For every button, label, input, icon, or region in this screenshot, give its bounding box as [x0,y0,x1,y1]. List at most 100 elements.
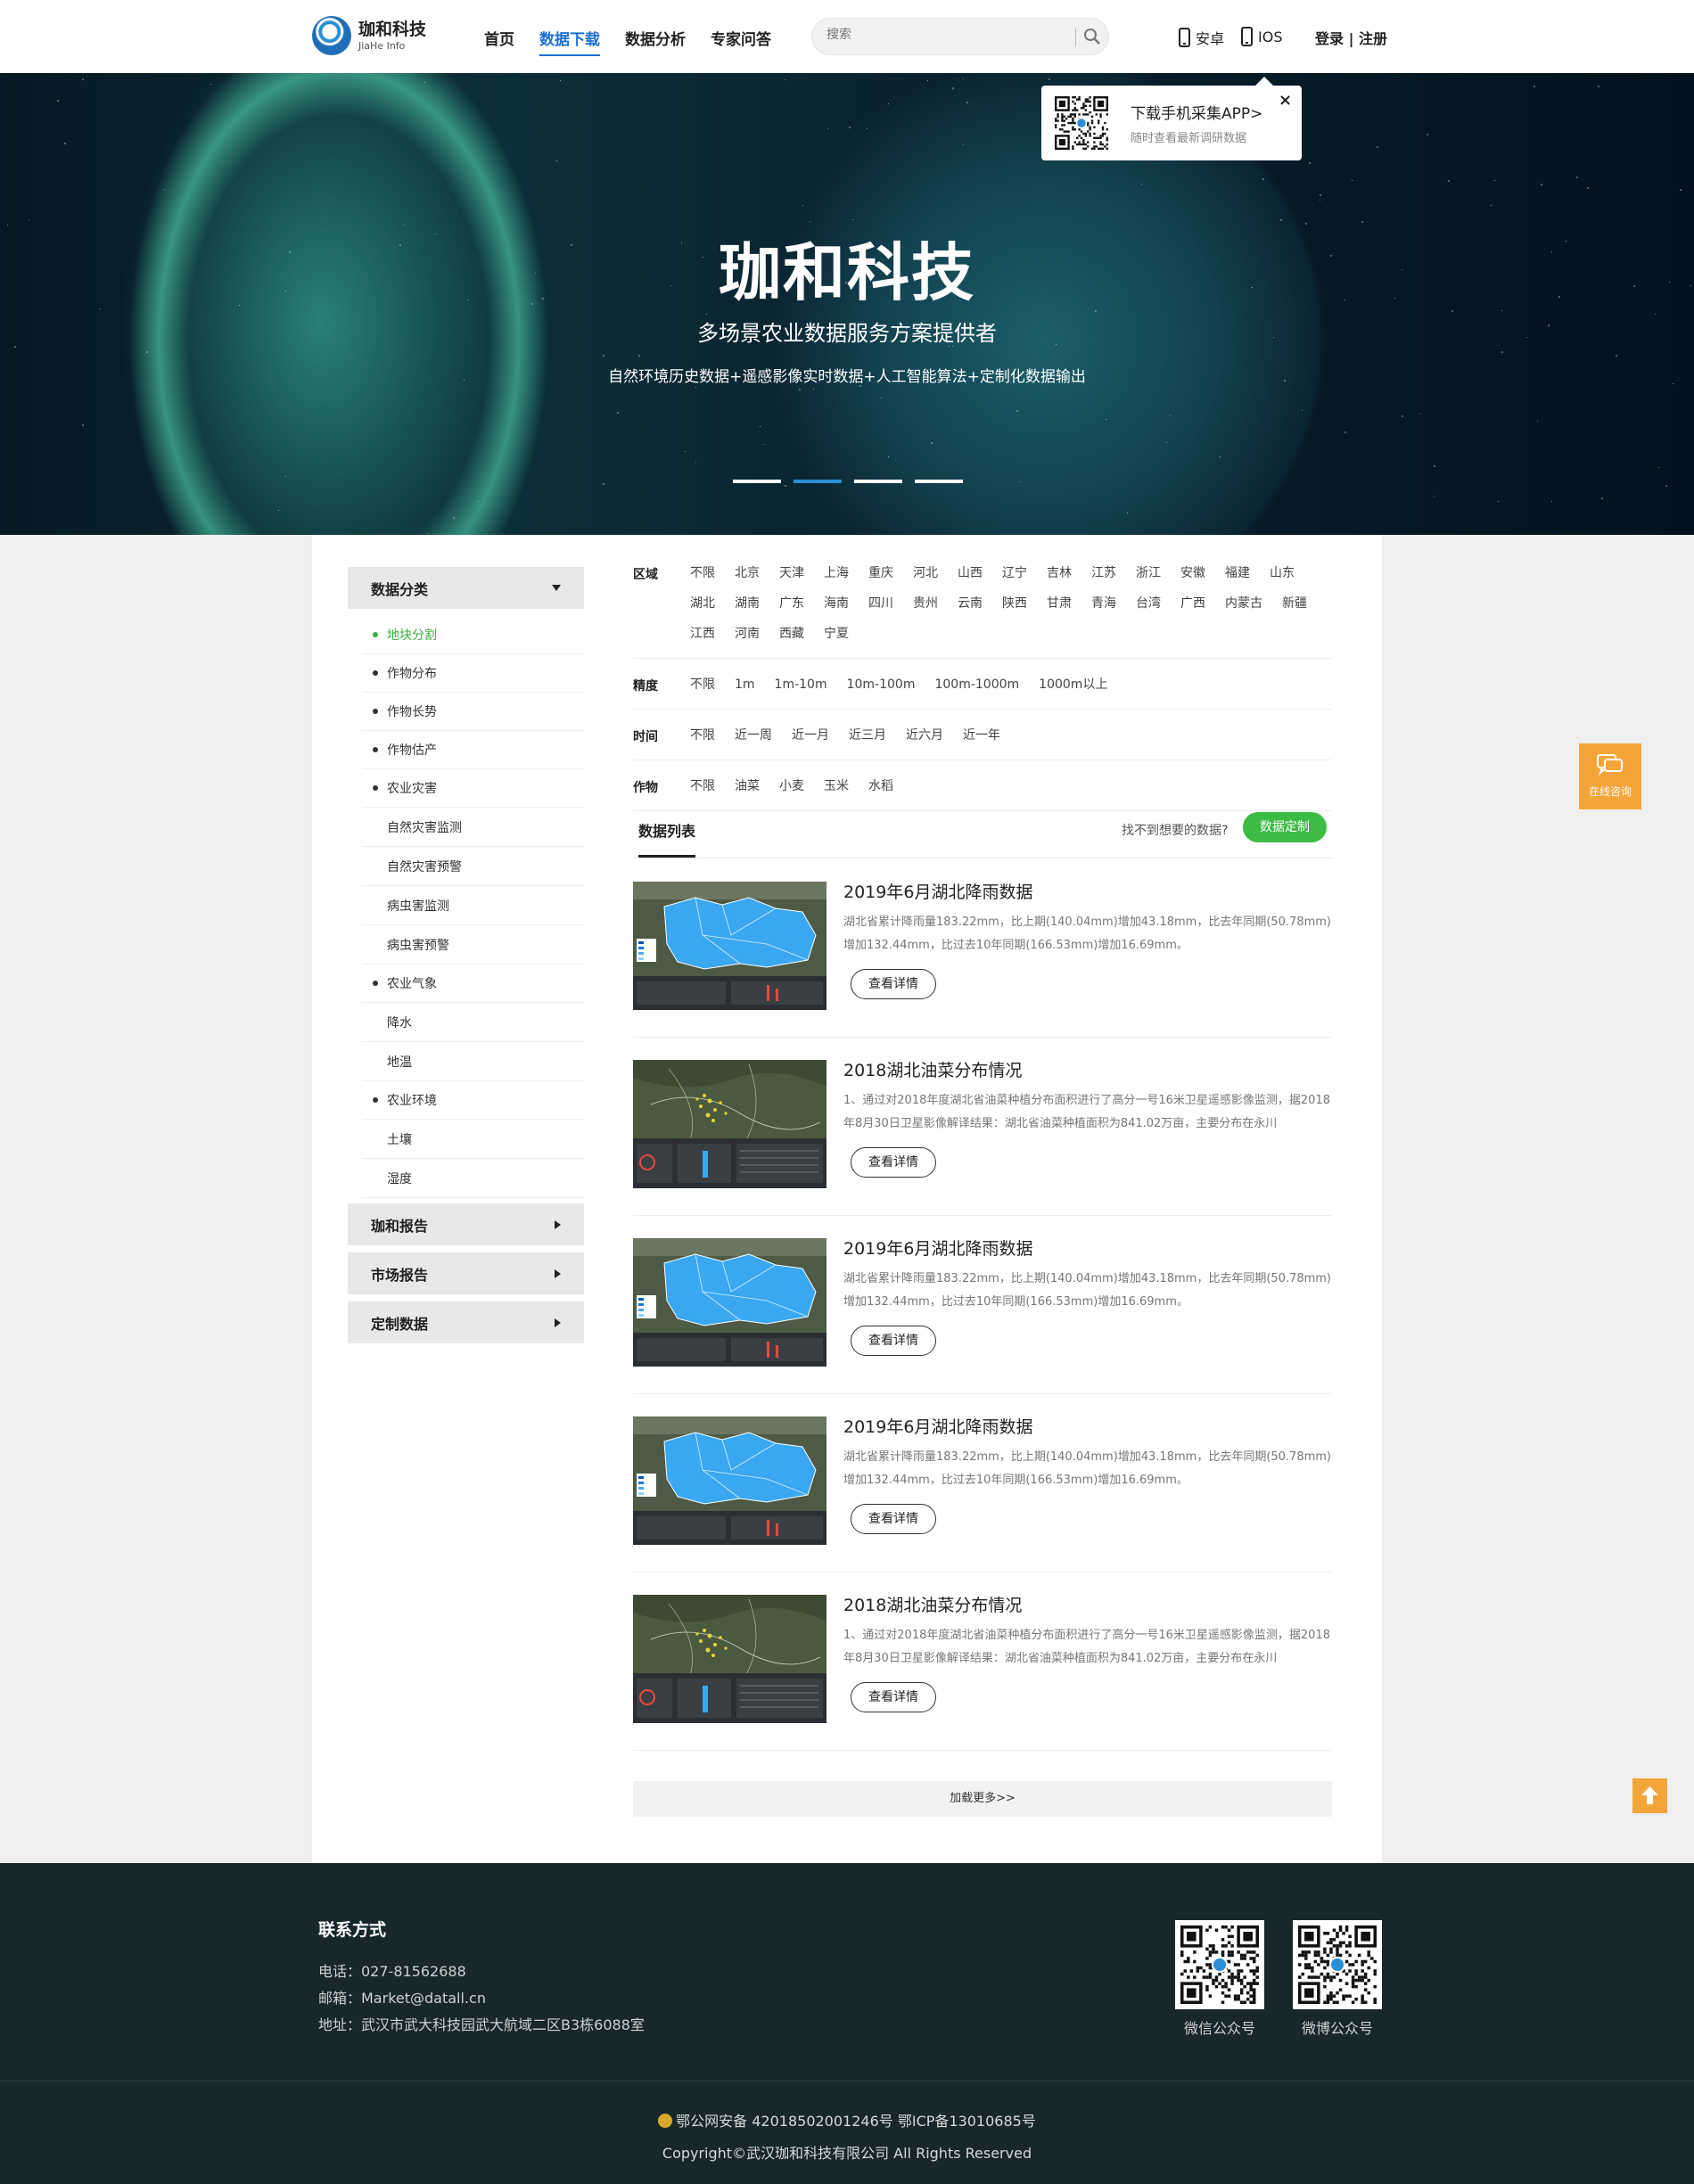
filter-option[interactable]: 玉米 [824,771,849,801]
nav-data-download[interactable]: 数据下载 [539,27,600,56]
sidebar-item[interactable]: 作物分布 [362,654,584,693]
filter-option[interactable]: 浙江 [1136,558,1161,588]
item-title[interactable]: 2019年6月湖北降雨数据 [843,879,1032,903]
view-detail-button[interactable]: 查看详情 [851,1682,936,1712]
filter-option[interactable]: 1m [735,669,755,700]
nav-home[interactable]: 首页 [484,27,514,56]
close-icon[interactable]: × [1279,91,1292,110]
filter-option[interactable]: 不限 [690,558,715,588]
sidebar-item[interactable]: 地温 [362,1042,584,1081]
item-title[interactable]: 2018湖北油菜分布情况 [843,1592,1022,1616]
sidebar-item[interactable]: 作物长势 [362,693,584,731]
filter-option[interactable]: 甘肃 [1047,588,1072,619]
filter-option[interactable]: 四川 [868,588,893,619]
filter-option[interactable]: 不限 [690,771,715,801]
sidebar-item[interactable]: 土壤 [362,1120,584,1159]
carousel-dot[interactable] [733,480,781,483]
filter-option[interactable]: 近六月 [906,720,943,751]
filter-option[interactable]: 水稻 [868,771,893,801]
filter-option[interactable]: 江西 [690,619,715,649]
filter-option[interactable]: 10m-100m [847,669,916,700]
filter-option[interactable]: 天津 [779,558,804,588]
android-download[interactable]: 安卓 [1179,27,1224,48]
online-consult-button[interactable]: 在线咨询 [1579,743,1641,809]
ios-download[interactable]: IOS [1241,27,1282,46]
view-detail-button[interactable]: 查看详情 [851,1326,936,1356]
nav-expert-qa[interactable]: 专家问答 [711,27,771,56]
back-to-top-button[interactable] [1632,1778,1667,1813]
carousel-dot[interactable] [854,480,902,483]
sidebar-item[interactable]: 农业灾害 [362,769,584,808]
sidebar-item[interactable]: 作物估产 [362,731,584,769]
filter-option[interactable]: 小麦 [779,771,804,801]
filter-option[interactable]: 安徽 [1180,558,1205,588]
filter-option[interactable]: 1m-10m [775,669,827,700]
filter-option[interactable]: 台湾 [1136,588,1161,619]
view-detail-button[interactable]: 查看详情 [851,1504,936,1534]
sidebar-group[interactable]: 定制数据 [348,1301,584,1343]
filter-option[interactable]: 西藏 [779,619,804,649]
sidebar-item[interactable]: 病虫害监测 [362,886,584,925]
carousel-dot-active[interactable] [794,480,842,483]
filter-option[interactable]: 近一月 [792,720,829,751]
item-title[interactable]: 2018湖北油菜分布情况 [843,1057,1022,1081]
rainfall-map-thumbnail[interactable] [633,1238,826,1367]
filter-option[interactable]: 江苏 [1091,558,1116,588]
filter-option[interactable]: 山东 [1270,558,1295,588]
sidebar-item[interactable]: 自然灾害监测 [362,808,584,847]
sidebar-head-data-category[interactable]: 数据分类 [348,567,584,609]
popup-title[interactable]: 下载手机采集APP> [1131,101,1262,123]
nav-data-analysis[interactable]: 数据分析 [625,27,686,56]
sidebar-item[interactable]: 农业气象 [362,965,584,1003]
filter-option[interactable]: 近一周 [735,720,772,751]
filter-option[interactable]: 湖南 [735,588,760,619]
rapeseed-map-thumbnail[interactable] [633,1060,826,1188]
filter-option[interactable]: 近三月 [849,720,886,751]
filter-option[interactable]: 云南 [958,588,983,619]
filter-option[interactable]: 油菜 [735,771,760,801]
filter-option[interactable]: 内蒙古 [1225,588,1262,619]
login-register-link[interactable]: 登录 | 注册 [1315,27,1387,48]
filter-option[interactable]: 北京 [735,558,760,588]
filter-option[interactable]: 陕西 [1002,588,1027,619]
view-detail-button[interactable]: 查看详情 [851,1147,936,1178]
filter-option[interactable]: 1000m以上 [1039,669,1107,700]
sidebar-group[interactable]: 珈和报告 [348,1203,584,1245]
filter-option[interactable]: 福建 [1225,558,1250,588]
filter-option[interactable]: 湖北 [690,588,715,619]
filter-option[interactable]: 新疆 [1282,588,1307,619]
sidebar-item[interactable]: 农业环境 [362,1081,584,1120]
item-title[interactable]: 2019年6月湖北降雨数据 [843,1414,1032,1438]
filter-option[interactable]: 100m-1000m [934,669,1019,700]
contact-email[interactable]: 邮箱：Market@datall.cn [318,1986,486,2007]
filter-option[interactable]: 近一年 [963,720,1000,751]
rapeseed-map-thumbnail[interactable] [633,1595,826,1723]
sidebar-item[interactable]: 自然灾害预警 [362,847,584,886]
data-custom-button[interactable]: 数据定制 [1243,812,1327,842]
filter-option[interactable]: 不限 [690,720,715,751]
search-icon[interactable] [1082,27,1102,46]
filter-option[interactable]: 山西 [958,558,983,588]
search-input[interactable] [826,28,1058,42]
filter-option[interactable]: 宁夏 [824,619,849,649]
rainfall-map-thumbnail[interactable] [633,1416,826,1545]
rainfall-map-thumbnail[interactable] [633,882,826,1010]
logo[interactable]: 珈和科技 JiaHe Info [312,16,426,55]
item-title[interactable]: 2019年6月湖北降雨数据 [843,1236,1032,1260]
filter-option[interactable]: 上海 [824,558,849,588]
filter-option[interactable]: 青海 [1091,588,1116,619]
filter-option[interactable]: 河北 [913,558,938,588]
view-detail-button[interactable]: 查看详情 [851,969,936,999]
filter-option[interactable]: 广东 [779,588,804,619]
sidebar-item[interactable]: 病虫害预警 [362,925,584,965]
sidebar-item[interactable]: 湿度 [362,1159,584,1198]
sidebar-group[interactable]: 市场报告 [348,1252,584,1294]
filter-option[interactable]: 吉林 [1047,558,1072,588]
filter-option[interactable]: 海南 [824,588,849,619]
filter-option[interactable]: 贵州 [913,588,938,619]
filter-option[interactable]: 重庆 [868,558,893,588]
load-more-button[interactable]: 加载更多>> [633,1781,1332,1817]
filter-option[interactable]: 辽宁 [1002,558,1027,588]
filter-option[interactable]: 广西 [1180,588,1205,619]
carousel-dot[interactable] [915,480,963,483]
